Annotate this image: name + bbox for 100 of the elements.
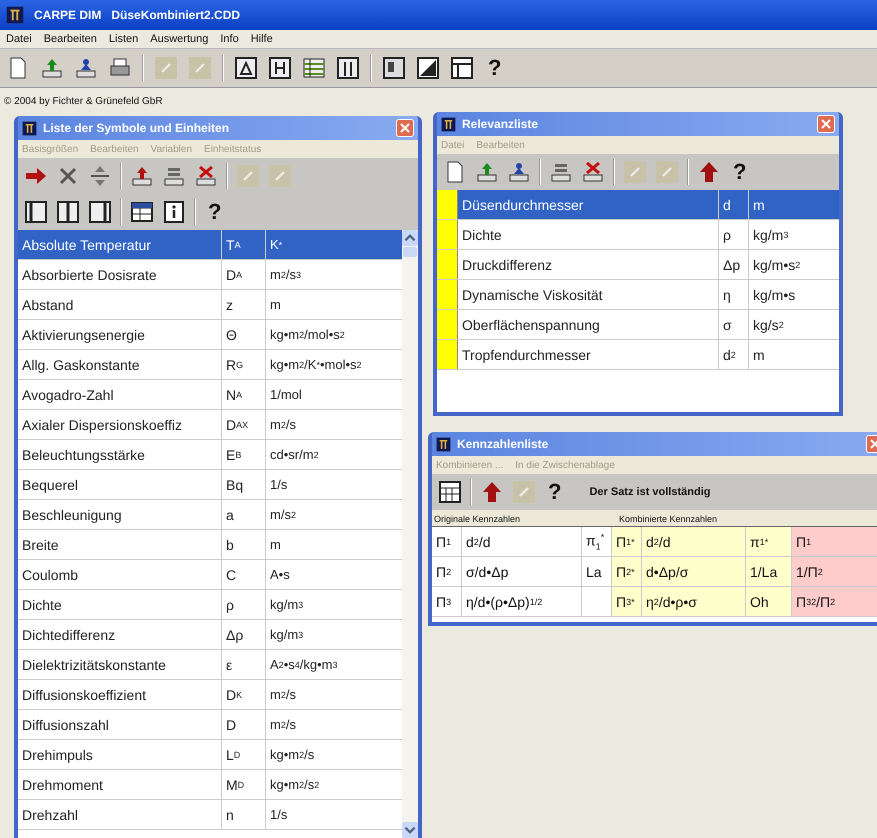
menu-item[interactable]: Info — [220, 33, 239, 45]
symbol-name: Dielektrizitätskonstante — [18, 650, 222, 679]
table-cell: 1/La — [746, 557, 792, 586]
symbol-cell: η — [719, 280, 749, 309]
variable-name: Dichte — [458, 220, 719, 249]
symbol-name: Bequerel — [18, 470, 222, 499]
table-row[interactable]: Druckdifferenz Δp kg/m•s$^{2}$ — [437, 250, 839, 280]
unit-cell-text: kg/s$^{2}$ — [752, 316, 785, 335]
table-row[interactable]: Dielektrizitätskonstante ε A$^{2}$•s$^{4}$/kg•m$^{3}$ — [18, 650, 402, 680]
symbol-cell: b — [222, 530, 266, 559]
table-cell: η$^{2}$/d•ρ•σ — [642, 587, 746, 616]
symbol-cell: d — [719, 190, 749, 219]
menu-item[interactable]: Datei — [6, 33, 32, 45]
unit-cell-text: kg•m$^{2}$/K$^{*}$•mol•s$^{2}$ — [269, 356, 363, 374]
help-button[interactable]: ? — [484, 55, 506, 81]
symbol-cell: n — [222, 800, 266, 829]
table-row[interactable]: Dichte ρ kg/m$^{3}$ — [18, 590, 402, 620]
symbol-cell: z — [222, 290, 266, 319]
menu-item[interactable]: Bearbeiten — [44, 33, 97, 45]
symbol-name: Absolute Temperatur — [18, 230, 222, 259]
table-row[interactable]: Drehzahl n 1/s — [18, 800, 402, 830]
variable-name: Oberflächenspannung — [458, 310, 719, 339]
table-row[interactable]: Düsendurchmesser d m — [437, 190, 839, 220]
unit-cell-text: 1/s — [269, 476, 288, 494]
unit-cell-text: kg/m•s$^{2}$ — [752, 256, 802, 275]
table-row[interactable]: Dichtedifferenz Δρ kg/m$^{3}$ — [18, 620, 402, 650]
symbol-name: Aktivierungsenergie — [18, 320, 222, 349]
status-text: Der Satz ist vollständig — [589, 486, 710, 498]
table-row[interactable]: Bequerel Bq 1/s — [18, 470, 402, 500]
unit-cell-text: cd•sr/m$^{2}$ — [269, 446, 320, 464]
symbol-cell: σ — [719, 310, 749, 339]
column-group-header: Kombinierte Kennzahlen — [619, 514, 718, 524]
symbol-cell: ε — [222, 650, 266, 679]
help-button[interactable]: ? — [729, 159, 750, 185]
symbol-name: Dichtedifferenz — [18, 620, 222, 649]
table-row[interactable]: Aktivierungsenergie Θ kg•m$^{2}$/mol•s$^{2}$ — [18, 320, 402, 350]
table-row[interactable]: Dichte ρ kg/m$^{3}$ — [437, 220, 839, 250]
symbol-cell: Bq — [222, 470, 266, 499]
symbol-cell: Δp — [719, 250, 749, 279]
table-cell: Oh — [746, 587, 792, 616]
unit-cell-text: A$^{2}$•s$^{4}$/kg•m$^{3}$ — [269, 656, 339, 674]
symbol-name: Drehmoment — [18, 770, 222, 799]
symbol-cell: ρ — [222, 590, 266, 619]
unit-cell-text: K$^{*}$ — [269, 236, 284, 254]
table-row[interactable]: Abstand z m — [18, 290, 402, 320]
table-cell: η/d•(ρ•Δp)$^{1/2}$ — [462, 587, 582, 616]
unit-cell-text: m — [752, 346, 766, 364]
symbol-name: Breite — [18, 530, 222, 559]
unit-cell-text: m$^{2}$/s — [269, 686, 297, 704]
table-row[interactable]: Coulomb C A•s — [18, 560, 402, 590]
unit-cell-text: m — [269, 536, 282, 554]
variable-name: Druckdifferenz — [458, 250, 719, 279]
variable-name: Dynamische Viskosität — [458, 280, 719, 309]
symbol-cell: Θ — [222, 320, 266, 349]
window-title: Liste der Symbole und Einheiten — [43, 121, 230, 135]
table-row[interactable]: Breite b m — [18, 530, 402, 560]
unit-cell-text: m/s$^{2}$ — [269, 506, 297, 524]
table-row[interactable]: Beschleunigung a m/s$^{2}$ — [18, 500, 402, 530]
unit-cell-text: kg•m$^{2}$/s — [269, 746, 316, 764]
copyright-text: © 2004 by Fichter & Grünefeld GbR — [3, 95, 164, 107]
symbol-cell: D — [222, 710, 266, 739]
unit-cell-text: A•s — [269, 566, 291, 584]
unit-cell-text: m$^{2}$/s — [269, 716, 297, 734]
table-cell: d•Δp/σ — [642, 557, 746, 586]
table-row[interactable]: Oberflächenspannung σ kg/s$^{2}$ — [437, 310, 839, 340]
unit-cell-text: kg/m$^{3}$ — [752, 226, 790, 245]
unit-cell-text: kg•m$^{2}$/s$^{2}$ — [269, 776, 320, 794]
unit-cell-text: kg/m$^{3}$ — [269, 626, 304, 644]
table-row[interactable]: Diffusionszahl D m$^{2}$/s — [18, 710, 402, 740]
help-button[interactable]: ? — [204, 199, 226, 225]
symbol-name: Allg. Gaskonstante — [18, 350, 222, 379]
unit-cell-text: m$^{2}$/s$^{3}$ — [269, 266, 302, 284]
symbol-name: Avogadro-Zahl — [18, 380, 222, 409]
table-row[interactable]: Dynamische Viskosität η kg/m•s — [437, 280, 839, 310]
window-title: Relevanzliste — [462, 117, 540, 131]
column-group-header: Originale Kennzahlen — [434, 514, 522, 524]
symbol-name: Drehimpuls — [18, 740, 222, 769]
symbol-name: Diffusionszahl — [18, 710, 222, 739]
symbol-name: Axialer Dispersionskoeffiz — [18, 410, 222, 439]
symbol-name: Drehzahl — [18, 800, 222, 829]
symbol-name: Diffusionskoeffizient — [18, 680, 222, 709]
unit-cell-text: kg/m$^{3}$ — [269, 596, 304, 614]
symbol-cell: Δρ — [222, 620, 266, 649]
menu-item[interactable]: Hilfe — [250, 33, 273, 45]
help-button[interactable]: ? — [544, 479, 566, 505]
symbol-cell: ρ — [719, 220, 749, 249]
symbol-cell: a — [222, 500, 266, 529]
symbol-name: Beleuchtungsstärke — [18, 440, 222, 469]
menu-item[interactable]: Auswertung — [150, 33, 208, 45]
unit-cell-text: 1/s — [269, 806, 288, 824]
unit-cell-text: m$^{2}$/s — [269, 416, 297, 434]
symbol-name: Abstand — [18, 290, 222, 319]
menu-item[interactable]: Listen — [108, 33, 138, 45]
symbol-name: Beschleunigung — [18, 500, 222, 529]
variable-name: Düsendurchmesser — [458, 190, 719, 219]
table-cell: σ/d•Δp — [462, 557, 582, 586]
variable-name: Tropfendurchmesser — [458, 340, 719, 369]
unit-cell-text: 1/mol — [269, 386, 303, 404]
unit-cell-text: kg•m$^{2}$/mol•s$^{2}$ — [269, 326, 346, 344]
window-title: Kennzahlenliste — [457, 437, 550, 451]
